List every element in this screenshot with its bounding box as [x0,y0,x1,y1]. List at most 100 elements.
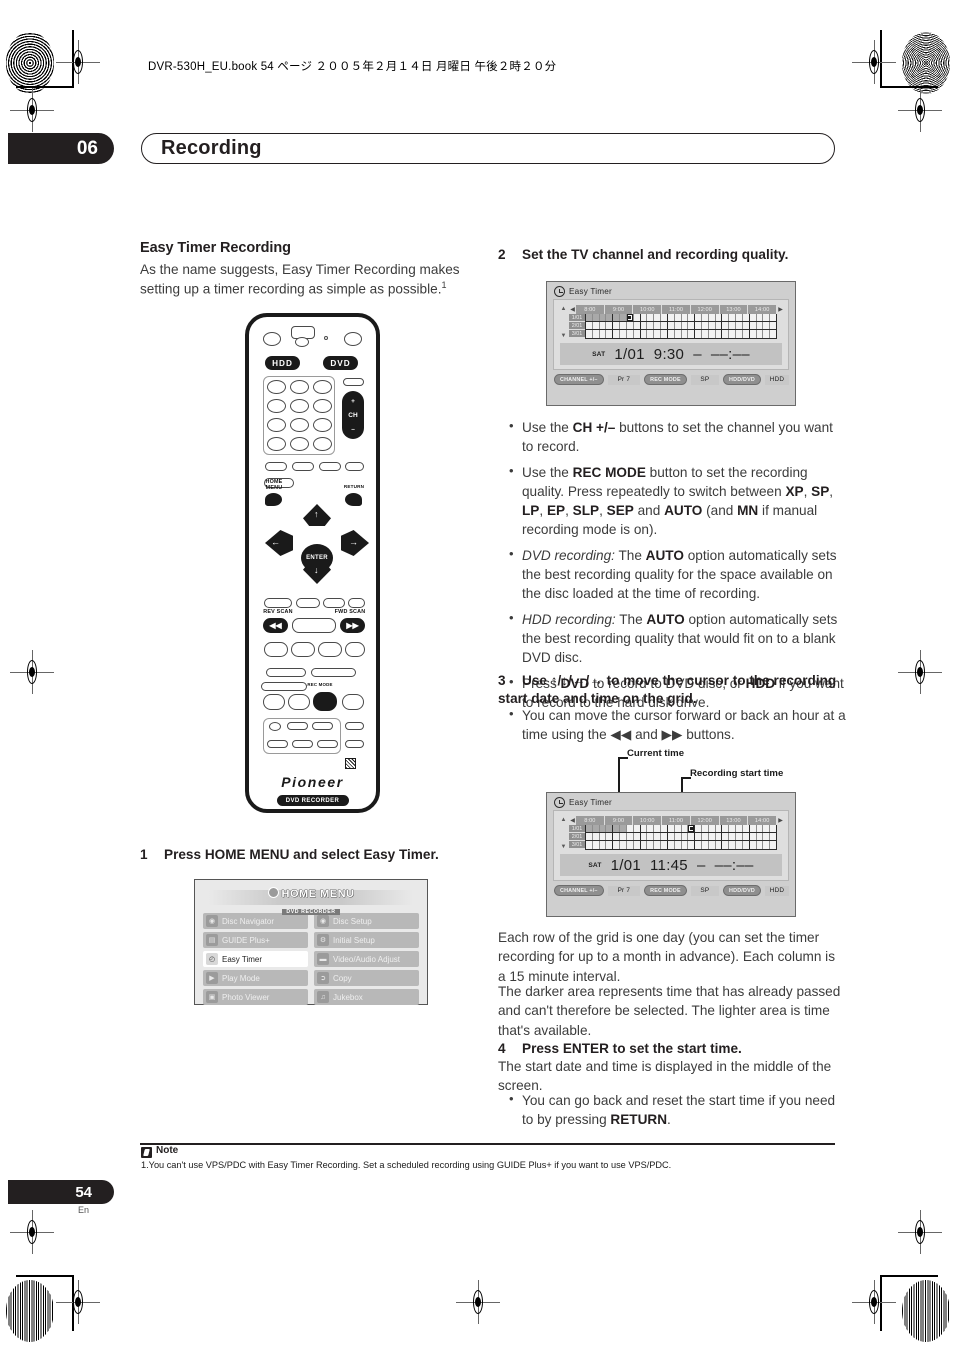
timer-grid-cell[interactable] [674,314,682,321]
timer-grid-hour-block[interactable] [749,322,776,329]
timer-grid-cell[interactable] [592,833,600,840]
timer-grid-cell[interactable] [592,825,600,832]
timer-grid-cell[interactable] [770,314,776,321]
timer-grid-cell[interactable] [763,322,771,329]
remote-misc-button-b[interactable] [288,694,310,710]
timer-grid-cell[interactable] [722,825,730,832]
timer-grid-cell[interactable] [626,330,634,338]
timer-grid-cell[interactable] [674,833,682,840]
timer-grid-hour-block[interactable] [613,841,641,849]
timer-grid-cell[interactable] [715,322,722,329]
timer-grid-cell[interactable] [681,322,689,329]
osd2-grid[interactable]: ◀ 8:00 9:00 10:00 11:00 12:00 13:00 14:0… [569,816,784,850]
osd1-rec-mode-button-tag[interactable]: REC MODE [644,374,687,385]
timer-grid-cell[interactable] [647,314,655,321]
timer-grid-cell[interactable] [599,841,607,849]
timer-grid-cell[interactable] [654,322,662,329]
timer-grid-row[interactable] [586,841,776,849]
osd1-scroll-column[interactable]: ▲ ▼ [558,305,569,339]
timer-grid-cell[interactable] [640,322,648,329]
timer-grid-hour-block[interactable] [586,330,614,338]
timer-grid-cell[interactable] [633,833,640,840]
timer-grid-cell[interactable] [715,841,722,849]
timer-grid-cell[interactable] [708,825,716,832]
timer-grid-cell[interactable] [626,841,634,849]
timer-grid-cell[interactable] [626,314,634,321]
timer-grid-hour-block[interactable] [695,330,723,338]
timer-grid-cell[interactable] [749,841,757,849]
remote-bottom-button-5[interactable] [317,740,338,748]
timer-grid-hour-block[interactable] [749,330,776,338]
timer-grid-cell[interactable] [688,330,695,338]
remote-home-menu-button[interactable] [265,493,282,506]
timer-grid-cell[interactable] [606,841,613,849]
home-menu-item-copy[interactable]: ➲ Copy [314,970,419,986]
timer-grid-cell[interactable] [640,833,648,840]
timer-grid-cell[interactable] [763,825,771,832]
timer-grid-cell[interactable] [613,330,621,338]
timer-grid-cell[interactable] [695,833,702,840]
remote-func-button-4[interactable] [345,462,364,471]
timer-grid-cell[interactable] [667,833,675,840]
timer-grid-cell[interactable] [715,330,722,338]
timer-grid-cell[interactable] [756,825,764,832]
timer-grid-cell[interactable] [620,322,627,329]
timer-grid-cell[interactable] [729,833,737,840]
timer-grid-cell[interactable] [620,825,627,832]
timer-grid-cell[interactable] [688,825,695,832]
timer-grid-cell[interactable] [729,825,737,832]
remote-record-button[interactable] [342,694,364,710]
timer-grid-cell[interactable] [742,330,749,338]
timer-grid-cell[interactable] [736,330,743,338]
timer-grid-row[interactable] [586,330,776,338]
timer-grid-cell[interactable] [586,330,593,338]
timer-grid-cell[interactable] [586,825,593,832]
remote-return-button[interactable] [345,493,362,506]
timer-grid-cell[interactable] [667,825,675,832]
timer-grid-row[interactable] [586,833,776,841]
timer-grid-cell[interactable] [599,833,607,840]
timer-grid-cell[interactable] [736,314,743,321]
timer-grid-cell[interactable] [736,833,743,840]
remote-func-button-2[interactable] [292,462,314,471]
timer-grid-cell[interactable] [722,841,730,849]
timer-grid-cell[interactable] [606,833,613,840]
timer-grid-cell[interactable] [640,825,648,832]
timer-grid-cell[interactable] [606,825,613,832]
remote-dpad[interactable]: ENTER ↑ ↓ ← → [265,504,369,594]
timer-grid-cell[interactable] [695,322,702,329]
remote-key-enter-num[interactable] [313,437,332,451]
timer-grid-cursor[interactable] [626,314,633,321]
remote-side-button-1[interactable] [345,722,364,730]
timer-grid-hour-block[interactable] [640,322,668,329]
timer-grid-hour-block[interactable] [640,841,668,849]
timer-grid-cell[interactable] [715,833,722,840]
remote-scan-row-button-2[interactable] [296,598,320,608]
timer-grid-hour-block[interactable] [667,833,696,840]
timer-grid-cell[interactable] [770,825,776,832]
timer-grid-hour-block[interactable] [667,841,696,849]
timer-grid-hour-block[interactable] [722,833,750,840]
timer-grid-cell[interactable] [606,330,613,338]
home-menu-item-jukebox[interactable]: ♫ Jukebox [314,989,419,1005]
timer-grid-cell[interactable] [613,833,621,840]
remote-transport-button-4[interactable] [345,642,365,657]
osd1-scroll-up-icon[interactable]: ▲ [561,306,567,312]
timer-grid-cell[interactable] [613,825,621,832]
remote-key-1[interactable] [267,380,286,394]
timer-grid-cell[interactable] [681,841,689,849]
timer-grid-cell[interactable] [770,841,776,849]
timer-grid-cell[interactable] [640,330,648,338]
timer-grid-cell[interactable] [681,825,689,832]
timer-grid-hour-block[interactable] [613,833,641,840]
timer-grid-cell[interactable] [674,841,682,849]
timer-grid-cell[interactable] [742,833,749,840]
timer-grid-cell[interactable] [770,330,776,338]
timer-grid-cursor[interactable] [688,825,695,832]
timer-grid-hour-block[interactable] [667,825,696,832]
timer-grid-cell[interactable] [701,841,709,849]
timer-grid-cell[interactable] [763,314,771,321]
timer-grid-cell[interactable] [613,841,621,849]
timer-grid-cell[interactable] [695,314,702,321]
timer-grid-cell[interactable] [599,322,607,329]
